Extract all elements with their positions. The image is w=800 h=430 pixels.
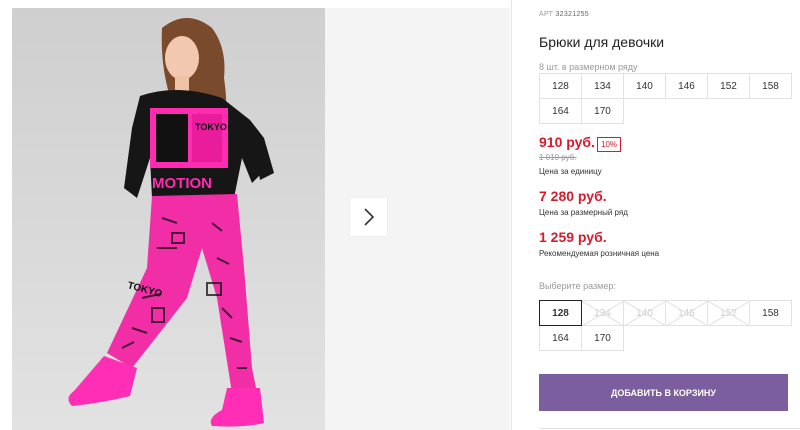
retail-price-caption: Рекомендуемая розничная цена bbox=[539, 249, 660, 258]
unit-price-caption: Цена за единицу bbox=[539, 167, 602, 176]
size-option-128[interactable]: 128 bbox=[539, 300, 582, 326]
chevron-right-icon bbox=[363, 208, 374, 226]
size-option-140: 140 bbox=[623, 300, 666, 326]
size-option-146: 146 bbox=[665, 300, 708, 326]
product-image[interactable]: TOKYO MOTION TOKYO bbox=[12, 8, 325, 430]
product-title: Брюки для девочки bbox=[539, 34, 665, 50]
size-option-label: 164 bbox=[552, 332, 569, 344]
shirt-slogan-text: MOTION bbox=[152, 175, 212, 192]
column-divider bbox=[511, 0, 512, 430]
sku-number: 32321255 bbox=[555, 11, 589, 18]
set-size-cell: 164 bbox=[539, 98, 582, 124]
set-size-cell: 134 bbox=[581, 73, 624, 99]
sku-label: АРТ bbox=[539, 11, 554, 18]
next-image-button[interactable] bbox=[350, 198, 387, 236]
sku: АРТ 32321255 bbox=[539, 11, 589, 18]
set-size-cell: 146 bbox=[665, 73, 708, 99]
set-size-cell: 158 bbox=[749, 73, 792, 99]
old-price: 1 010 руб. bbox=[539, 153, 577, 162]
size-option-152: 152 bbox=[707, 300, 750, 326]
shirt-print-text: TOKYO bbox=[195, 122, 227, 132]
size-option-label: 158 bbox=[762, 307, 779, 319]
unavailable-cross-icon bbox=[624, 301, 666, 326]
size-selector: 128 134140146152 158 164 170 bbox=[539, 300, 792, 351]
bottom-divider bbox=[539, 428, 800, 429]
choose-size-label: Выберите размер: bbox=[539, 281, 616, 291]
set-size-cell: 128 bbox=[539, 73, 582, 99]
size-set-note: 8 шт. в размерном ряду bbox=[539, 62, 638, 72]
retail-price: 1 259 руб. bbox=[539, 229, 607, 245]
size-option-label: 170 bbox=[594, 332, 611, 344]
set-price-caption: Цена за размерный ряд bbox=[539, 208, 628, 217]
unit-price: 910 руб. bbox=[539, 134, 595, 150]
set-size-cell: 170 bbox=[581, 98, 624, 124]
size-option-158[interactable]: 158 bbox=[749, 300, 792, 326]
set-price: 7 280 руб. bbox=[539, 188, 607, 204]
size-option-170[interactable]: 170 bbox=[581, 325, 624, 351]
size-option-134: 134 bbox=[581, 300, 624, 326]
add-to-cart-button[interactable]: ДОБАВИТЬ В КОРЗИНУ bbox=[539, 374, 788, 411]
set-size-cell: 152 bbox=[707, 73, 750, 99]
unavailable-cross-icon bbox=[582, 301, 624, 326]
size-option-label: 128 bbox=[552, 307, 569, 319]
unavailable-cross-icon bbox=[666, 301, 708, 326]
size-option-164[interactable]: 164 bbox=[539, 325, 582, 351]
set-size-cell: 140 bbox=[623, 73, 666, 99]
size-set-grid: 128 134 140 146 152 158 164 170 bbox=[539, 73, 792, 124]
unavailable-cross-icon bbox=[708, 301, 750, 326]
discount-badge: 10% bbox=[597, 137, 622, 152]
